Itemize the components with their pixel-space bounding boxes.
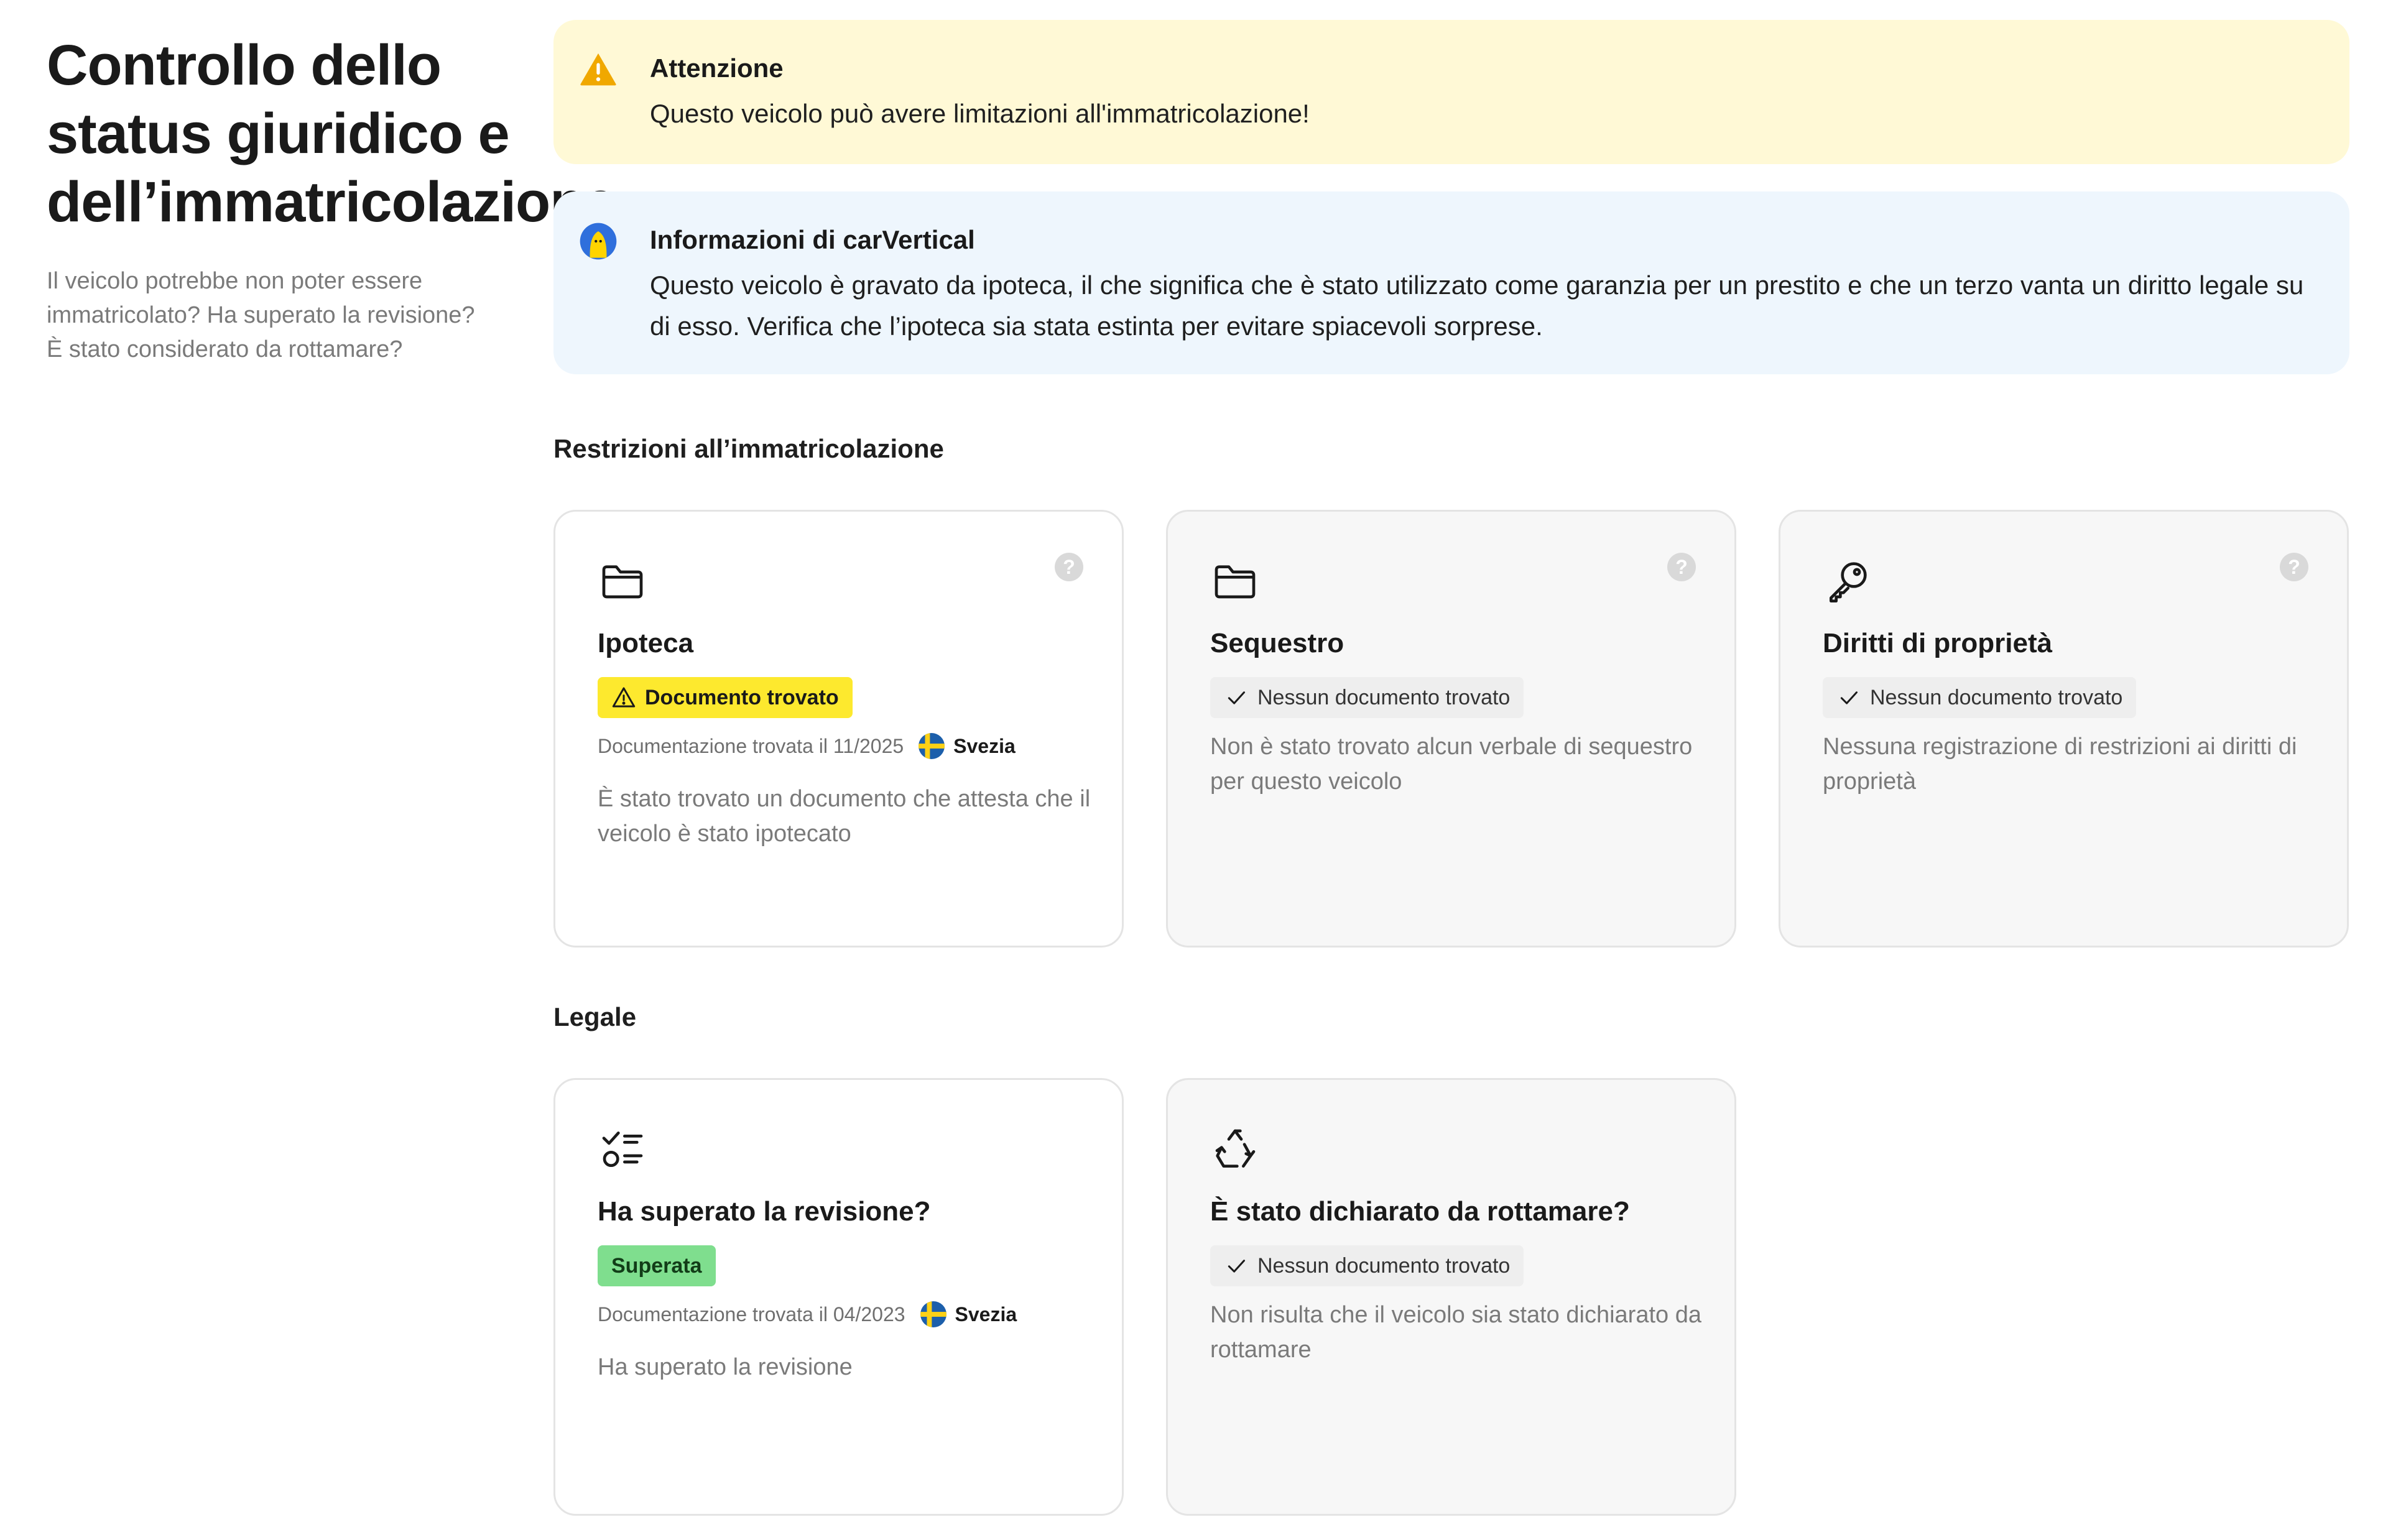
card-revisione: Ha superato la revisione? Superata Docum… (553, 1078, 1124, 1516)
restrictions-cards: ? Ipoteca Documento trovato Documentazio… (553, 510, 2349, 948)
section-content: Attenzione Questo veicolo può avere limi… (553, 20, 2349, 1516)
card-description: Nessuna registrazione di restrizioni ai … (1823, 734, 2297, 795)
warning-alert: Attenzione Questo veicolo può avere limi… (553, 20, 2349, 164)
card-ipoteca: ? Ipoteca Documento trovato Documentazio… (553, 510, 1124, 948)
checklist-icon (602, 1132, 643, 1168)
page-title: Controllo dello status giuridico e dell’… (47, 34, 616, 234)
help-icon[interactable]: ? (1667, 553, 1696, 581)
key-icon (1830, 562, 1867, 602)
card-title: È stato dichiarato da rottamare? (1210, 1196, 1630, 1227)
card-title: Sequestro (1210, 628, 1344, 658)
card-description: Ha superato la revisione (598, 1354, 853, 1380)
warning-alert-title: Attenzione (650, 53, 784, 83)
info-alert-title: Informazioni di carVertical (650, 225, 975, 254)
status-badge-label: Superata (611, 1254, 702, 1278)
card-description: Non risulta che il veicolo sia stato dic… (1210, 1302, 1701, 1363)
status-badge: Superata (598, 1245, 716, 1286)
status-badge-label: Nessun documento trovato (1257, 686, 1511, 709)
card-rottamazione: È stato dichiarato da rottamare? Nessun … (1166, 1078, 1736, 1516)
folder-icon (1215, 565, 1256, 599)
record-meta: Documentazione trovata il 11/2025 Svezia (598, 731, 1016, 762)
carvertical-mascot-icon (580, 223, 617, 260)
legal-cards: Ha superato la revisione? Superata Docum… (553, 1078, 2349, 1516)
card-diritti-proprieta: ? Diritti di proprietà Nessun documento … (1779, 510, 2349, 948)
section-header: Controllo dello status giuridico e dell’… (47, 31, 616, 367)
restrictions-section-title: Restrizioni all’immatricolazione (553, 434, 944, 463)
record-country: Svezia (955, 1303, 1017, 1326)
page-description: Il veicolo potrebbe non poter essere imm… (47, 268, 475, 362)
card-description: Non è stato trovato alcun verbale di seq… (1210, 734, 1693, 795)
card-title: Ipoteca (598, 628, 694, 658)
warning-alert-text: Questo veicolo può avere limitazioni all… (650, 99, 1310, 128)
record-date: Documentazione trovata il 04/2023 (598, 1303, 905, 1326)
card-title: Ha superato la revisione? (598, 1196, 931, 1227)
checkmark-icon (1228, 1260, 1245, 1273)
checkmark-icon (1228, 691, 1245, 704)
card-title: Diritti di proprietà (1823, 628, 2053, 658)
status-badge: Documento trovato (598, 677, 853, 718)
info-alert: Informazioni di carVertical Questo veico… (553, 191, 2349, 374)
record-country: Svezia (953, 735, 1016, 757)
card-description: È stato trovato un documento che attesta… (598, 786, 1091, 847)
status-badge-label: Nessun documento trovato (1870, 686, 2123, 709)
info-alert-text: Questo veicolo è gravato da ipoteca, il … (650, 270, 2304, 341)
help-icon[interactable]: ? (1055, 553, 1083, 581)
record-date: Documentazione trovata il 11/2025 (598, 735, 904, 757)
status-badge: Nessun documento trovato (1823, 677, 2137, 718)
warning-triangle-icon (580, 53, 616, 86)
card-sequestro: ? Sequestro Nessun documento trovato Non… (1166, 510, 1736, 948)
legal-section-title: Legale (553, 1002, 637, 1031)
sweden-flag-icon (919, 733, 945, 759)
legal-status-section: Controllo dello status giuridico e dell’… (0, 0, 2388, 1540)
status-badge: Nessun documento trovato (1210, 1245, 1524, 1286)
status-badge-label: Documento trovato (645, 686, 839, 709)
folder-icon (602, 565, 643, 599)
help-icon[interactable]: ? (2280, 553, 2308, 581)
recycle-icon (1215, 1129, 1256, 1168)
status-badge-label: Nessun documento trovato (1257, 1254, 1511, 1278)
checkmark-icon (1840, 691, 1858, 704)
record-meta: Documentazione trovata il 04/2023 Svezia (598, 1299, 1017, 1330)
sweden-flag-icon (920, 1301, 946, 1327)
status-badge: Nessun documento trovato (1210, 677, 1524, 718)
warning-outline-icon (612, 687, 636, 708)
